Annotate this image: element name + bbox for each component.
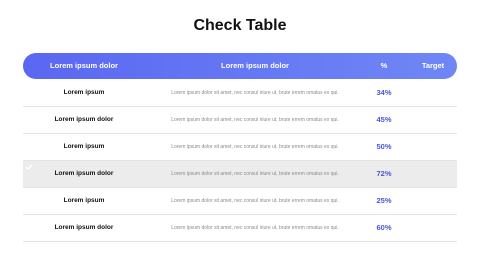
header-col-description: Lorem ipsum dolor [221, 61, 289, 70]
table-row: Lorem ipsum dolor Lorem ipsum dolor sit … [23, 107, 457, 134]
row-label: Lorem ipsum dolor [54, 170, 114, 177]
row-percent: 34% [376, 88, 392, 97]
row-label: Lorem ipsum [63, 197, 105, 204]
row-description: Lorem ipsum dolor sit amet, nec consul i… [171, 90, 339, 96]
row-percent: 45% [376, 115, 392, 124]
row-description: Lorem ipsum dolor sit amet, nec consul i… [171, 117, 339, 123]
table-row: Lorem ipsum Lorem ipsum dolor sit amet, … [23, 80, 457, 107]
row-percent: 50% [376, 142, 392, 151]
page-title: Check Table [193, 17, 287, 34]
row-description: Lorem ipsum dolor sit amet, nec consul i… [171, 225, 339, 231]
row-label: Lorem ipsum [63, 143, 105, 150]
row-label: Lorem ipsum dolor [54, 116, 114, 123]
row-label: Lorem ipsum [63, 89, 105, 96]
table-header: Lorem ipsum dolor Lorem ipsum dolor % Ta… [23, 53, 457, 79]
row-percent: 72% [376, 169, 392, 178]
table-body: Lorem ipsum Lorem ipsum dolor sit amet, … [23, 80, 457, 242]
row-description: Lorem ipsum dolor sit amet, nec consul i… [171, 198, 339, 204]
row-percent: 25% [376, 196, 392, 205]
row-label: Lorem ipsum dolor [54, 224, 114, 231]
table-row: Lorem ipsum Lorem ipsum dolor sit amet, … [23, 134, 457, 161]
row-description: Lorem ipsum dolor sit amet, nec consul i… [171, 144, 339, 150]
header-col-target: Target [421, 61, 445, 70]
header-col-label: Lorem ipsum dolor [50, 61, 118, 70]
table-row: Lorem ipsum Lorem ipsum dolor sit amet, … [23, 188, 457, 215]
header-col-percent: % [380, 61, 388, 70]
table-row: Lorem ipsum dolor Lorem ipsum dolor sit … [23, 215, 457, 242]
table-row: Lorem ipsum dolor Lorem ipsum dolor sit … [23, 161, 457, 188]
row-description: Lorem ipsum dolor sit amet, nec consul i… [171, 171, 339, 177]
row-percent: 60% [376, 223, 392, 232]
